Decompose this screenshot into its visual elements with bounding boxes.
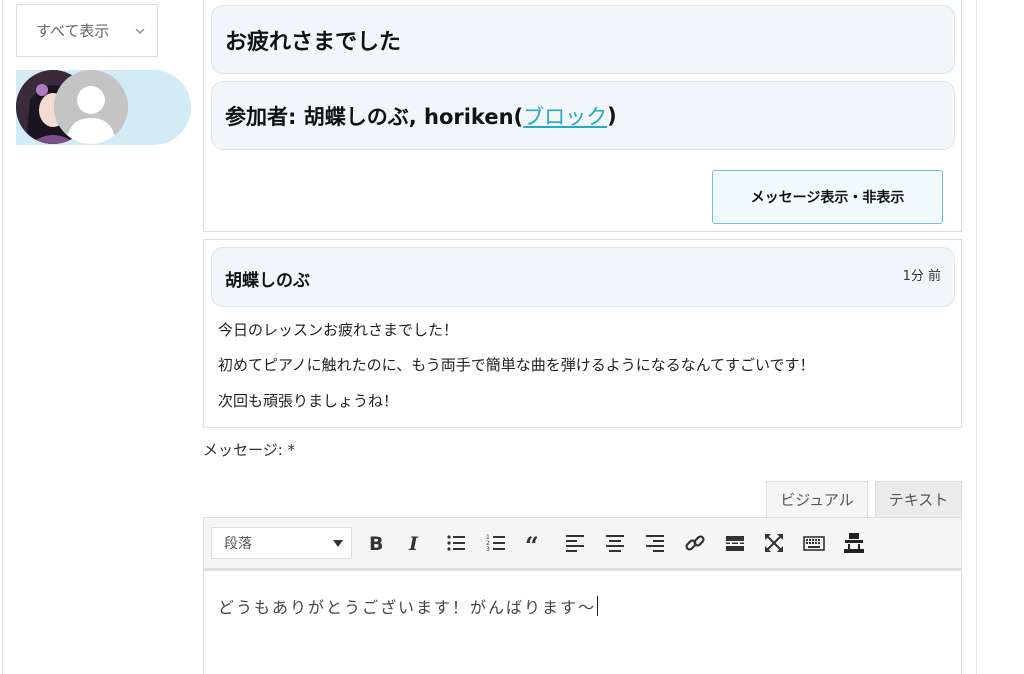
blockquote-icon: “ (525, 532, 539, 554)
filter-select-label: すべて表示 (36, 22, 110, 40)
svg-text:3: 3 (486, 546, 490, 553)
tab-text[interactable]: テキスト (875, 481, 962, 517)
fullscreen-button[interactable] (760, 529, 788, 557)
link-icon (685, 535, 705, 551)
message-header: 胡蝶しのぶ 1分 前 (211, 247, 955, 307)
editor-text: どうもありがとうございます！がんばります〜 (218, 598, 597, 617)
read-more-button[interactable] (721, 529, 749, 557)
align-center-icon (606, 535, 624, 552)
block-link[interactable]: ブロック (523, 101, 607, 131)
dropdown-arrow-icon (333, 540, 343, 547)
align-left-button[interactable] (561, 529, 589, 557)
message-editor[interactable]: どうもありがとうございます！がんばります〜 (203, 569, 962, 674)
bullet-list-icon (447, 535, 465, 551)
toolbar-toggle-icon (844, 533, 864, 553)
compose-label: メッセージ: * (203, 441, 296, 459)
italic-button[interactable]: I (401, 529, 429, 557)
svg-text:I: I (408, 533, 419, 554)
bold-icon: B (369, 533, 383, 554)
avatar-placeholder (54, 70, 128, 144)
italic-icon: I (408, 533, 419, 554)
read-more-icon (726, 536, 744, 551)
blockquote-button[interactable]: “ (521, 529, 549, 557)
align-center-button[interactable] (601, 529, 629, 557)
message-line: 初めてピアノに触れたのに、もう両手で簡単な曲を弾けるようになるなんてすごいです！ (218, 356, 815, 374)
message-line: 次回も頑張りましょうね！ (218, 392, 399, 410)
numbered-list-button[interactable]: 123 (482, 529, 510, 557)
keyboard-icon (803, 536, 825, 551)
svg-text:B: B (369, 533, 383, 554)
message-sender[interactable]: 胡蝶しのぶ (225, 266, 310, 291)
format-select-value: 段落 (224, 536, 252, 552)
thread-subject-text: お疲れさまでした (225, 29, 402, 55)
toolbar-toggle-button[interactable] (840, 529, 868, 557)
align-right-icon (646, 535, 664, 552)
numbered-list-icon: 123 (486, 534, 505, 553)
keyboard-shortcuts-button[interactable] (800, 529, 828, 557)
chevron-down-icon (135, 28, 145, 34)
message-item: 胡蝶しのぶ 1分 前 今日のレッスンお疲れさまでした！ 初めてピアノに触れたのに… (203, 239, 962, 428)
format-select[interactable]: 段落 (211, 527, 352, 559)
thread-filter-select[interactable]: すべて表示 (16, 4, 158, 57)
svg-text:“: “ (525, 532, 539, 554)
message-line: 今日のレッスンお疲れさまでした！ (218, 321, 459, 339)
thread-participants: 参加者: 胡蝶しのぶ, horiken(ブロック) (211, 81, 955, 150)
fullscreen-icon (765, 534, 783, 552)
thread-header: お疲れさまでした 参加者: 胡蝶しのぶ, horiken(ブロック) メッセージ… (203, 0, 962, 232)
align-left-icon (566, 535, 584, 552)
participants-suffix: ) (607, 103, 617, 128)
editor-content[interactable]: どうもありがとうございます！がんばります〜 (218, 594, 599, 618)
tab-visual[interactable]: ビジュアル (766, 481, 868, 517)
text-caret (597, 596, 599, 616)
bold-button[interactable]: B (362, 529, 390, 557)
align-right-button[interactable] (641, 529, 669, 557)
toggle-messages-button[interactable]: メッセージ表示・非表示 (712, 170, 943, 224)
message-time: 1分 前 (902, 269, 941, 284)
bullet-list-button[interactable] (442, 529, 470, 557)
thread-subject: お疲れさまでした (211, 5, 955, 74)
participants-text: 参加者: 胡蝶しのぶ, horiken( (225, 104, 524, 129)
editor-toolbar: 段落 B I 123 “ (203, 517, 962, 569)
link-button[interactable] (681, 529, 709, 557)
